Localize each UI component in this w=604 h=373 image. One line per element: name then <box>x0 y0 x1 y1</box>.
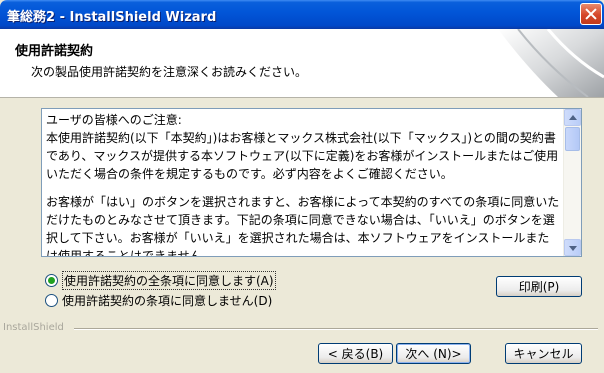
license-scrollbar[interactable] <box>563 109 581 256</box>
decline-option[interactable]: 使用許諾契約の条項に同意しません(D) <box>45 292 272 309</box>
license-paragraph: ユーザの皆様へのご注意: 本使用許諾契約(以下「本契約」)はお客様とマックス株式… <box>46 113 559 181</box>
installer-window: 筆総務2 - InstallShield Wizard 使用許諾契約 次の製品使… <box>0 0 604 373</box>
page-subtitle: 次の製品使用許諾契約を注意深くお読みください。 <box>31 65 308 79</box>
arrow-up-icon <box>569 115 577 120</box>
accept-label[interactable]: 使用許諾契約の全条項に同意します(A) <box>62 271 276 290</box>
decline-label[interactable]: 使用許諾契約の条項に同意しません(D) <box>62 292 272 309</box>
installshield-brand: InstallShield <box>3 322 69 333</box>
arrow-down-icon <box>569 246 577 251</box>
window-title: 筆総務2 - InstallShield Wizard <box>7 10 217 25</box>
license-text: ユーザの皆様へのご注意: 本使用許諾契約(以下「本契約」)はお客様とマックス株式… <box>46 111 560 257</box>
print-button[interactable]: 印刷(P) <box>496 276 582 297</box>
back-button[interactable]: < 戻る(B) <box>318 343 393 364</box>
brand-divider: InstallShield <box>0 322 604 334</box>
license-paragraph: お客様が「はい」のボタンを選択されますと、お客様によって本契約のすべての条項に同… <box>46 195 560 257</box>
decline-radio[interactable] <box>45 294 58 307</box>
installer-disc-graphic <box>498 29 604 97</box>
next-button[interactable]: 次へ (N)> <box>396 343 471 364</box>
header-panel: 使用許諾契約 次の製品使用許諾契約を注意深くお読みください。 <box>0 29 604 98</box>
page-title: 使用許諾契約 <box>15 44 94 59</box>
license-textbox[interactable]: ユーザの皆様へのご注意: 本使用許諾契約(以下「本契約」)はお客様とマックス株式… <box>41 108 582 257</box>
cancel-button[interactable]: キャンセル <box>505 343 582 364</box>
scroll-thumb[interactable] <box>565 127 580 151</box>
divider-rule <box>74 328 598 330</box>
accept-radio[interactable] <box>45 274 58 287</box>
accept-option[interactable]: 使用許諾契約の全条項に同意します(A) <box>45 271 276 290</box>
scroll-down-button[interactable] <box>564 239 581 256</box>
scroll-up-button[interactable] <box>564 109 581 126</box>
title-bar[interactable]: 筆総務2 - InstallShield Wizard <box>0 0 604 29</box>
close-icon[interactable] <box>580 3 602 25</box>
